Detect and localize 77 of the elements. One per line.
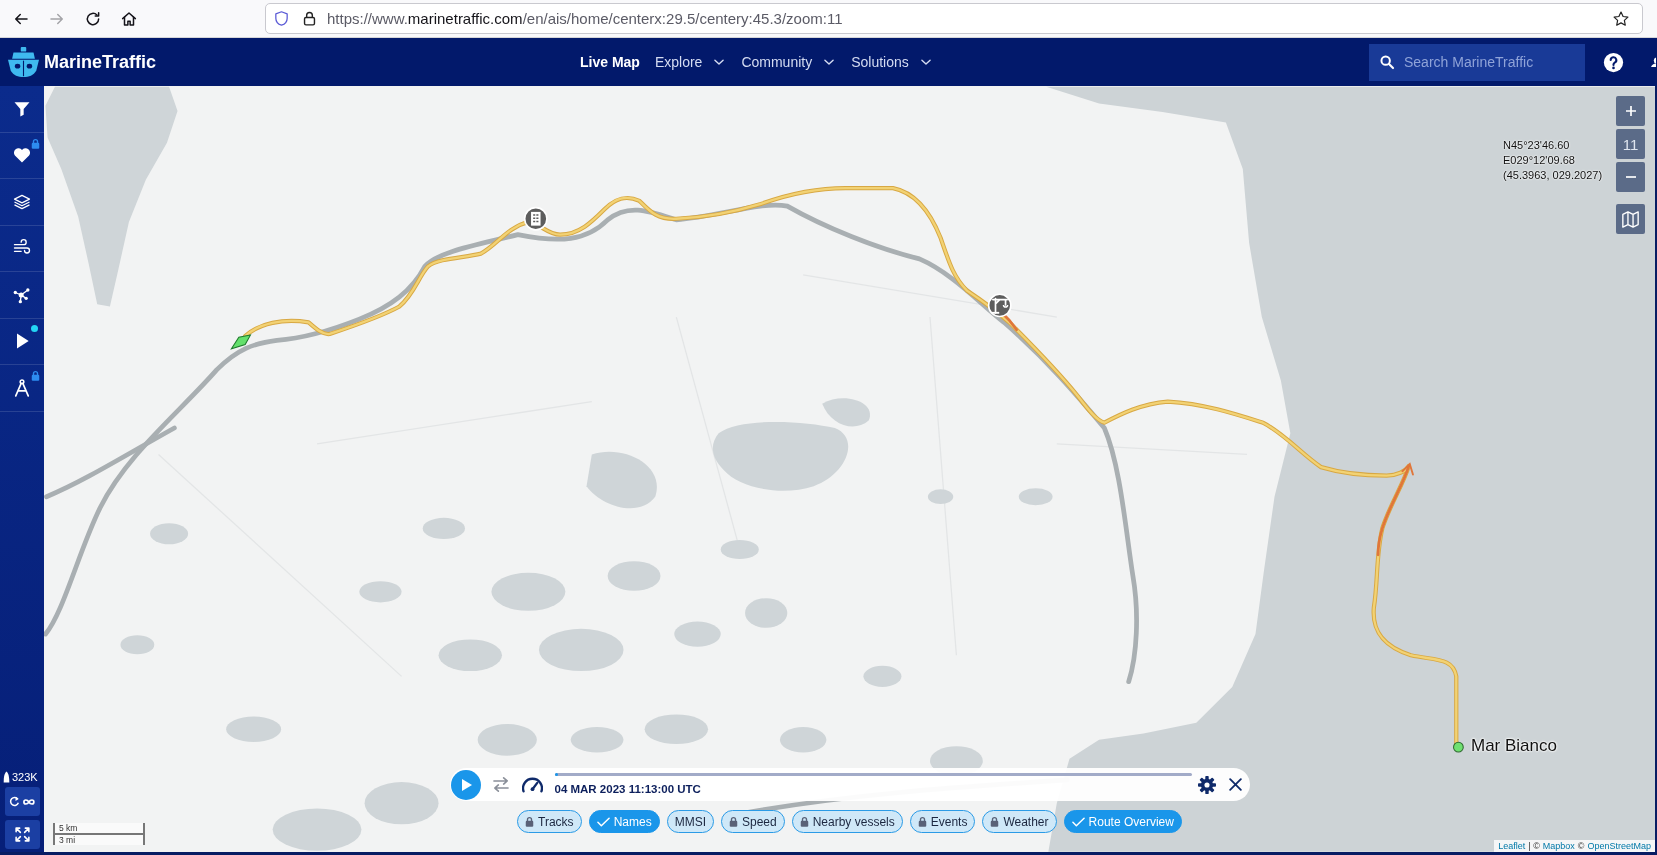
filter-chip[interactable]: Nearby vessels (791, 810, 903, 833)
zoom-out-button[interactable] (1616, 162, 1645, 192)
close-icon[interactable] (1228, 778, 1242, 791)
filter-chip[interactable]: Tracks (517, 810, 582, 833)
filter-chip[interactable]: Events (909, 810, 976, 833)
crane-marker-icon[interactable] (987, 293, 1012, 318)
shield-icon[interactable] (273, 10, 290, 27)
attribution-text: | © (1528, 840, 1540, 852)
url-text: https://www.marinetraffic.com/en/ais/home/centerx:29.5/centery:45.3/zoom:11 (327, 10, 843, 27)
lake (477, 723, 537, 756)
coordinate-text: N45°23'46.60 (1503, 138, 1571, 153)
help-button[interactable] (1603, 51, 1624, 73)
zoom-level: 11 (1616, 129, 1645, 159)
fullscreen-button[interactable] (4, 820, 40, 849)
help-icon (1603, 51, 1624, 73)
vessel-name-label[interactable]: Mar Bianco (1471, 736, 1557, 756)
settings-icon[interactable] (1197, 775, 1216, 794)
lake (644, 714, 709, 744)
logo-text[interactable]: MarineTraffic (44, 51, 157, 73)
search-icon (1379, 54, 1395, 70)
minus-icon (1625, 176, 1636, 178)
person-icon[interactable] (1651, 57, 1656, 67)
lake (863, 665, 902, 687)
lake (422, 517, 465, 539)
lake (745, 598, 788, 628)
attribution-link[interactable]: Mapbox (1542, 840, 1575, 852)
sync-button[interactable] (4, 787, 40, 816)
search-field[interactable]: Search MarineTraffic (1369, 43, 1585, 81)
attribution-link[interactable]: Leaflet (1498, 840, 1526, 852)
play-button[interactable] (450, 769, 481, 800)
swap-icon[interactable] (492, 777, 509, 792)
lake (359, 581, 402, 603)
nav-link[interactable]: Explore (654, 54, 727, 70)
vessel-count: 323K (12, 771, 38, 783)
vessel-icon (3, 771, 10, 783)
lake (1018, 488, 1053, 506)
play-icon (461, 778, 472, 791)
end-point-icon[interactable] (1453, 741, 1464, 753)
map-style-button[interactable] (1616, 204, 1645, 234)
filter-chip[interactable]: Speed (721, 810, 785, 833)
check-icon (1071, 816, 1085, 827)
refresh-infinity-icon (9, 794, 35, 809)
lake (570, 727, 624, 753)
lake (438, 639, 502, 672)
address-bar[interactable]: https://www.marinetraffic.com/en/ais/home/centerx:29.5/centery:45.3/zoom:11 (265, 3, 1643, 34)
coordinate-text: (45.3963, 029.2027) (1503, 168, 1603, 183)
reload-icon (84, 9, 102, 28)
folded-map-icon (1622, 210, 1639, 228)
zoom-in-button[interactable] (1616, 96, 1645, 126)
star-icon[interactable] (1612, 9, 1630, 28)
lake (226, 716, 282, 742)
filter-chip[interactable]: Weather (982, 810, 1057, 833)
vessel-marker-icon[interactable] (230, 334, 252, 350)
timeline-track[interactable] (554, 773, 1192, 776)
lake (779, 727, 827, 753)
attribution-link[interactable]: OpenStreetMap (1587, 840, 1651, 852)
plus-icon (1625, 106, 1636, 116)
padlock-icon[interactable] (301, 10, 318, 27)
speedometer-icon[interactable] (521, 776, 543, 793)
coordinate-text: E029°12'09.68 (1503, 153, 1576, 168)
lake (150, 523, 189, 545)
check-icon (596, 816, 610, 827)
expand-icon (13, 826, 31, 843)
lake (927, 489, 954, 505)
nav-link[interactable]: Solutions (851, 54, 933, 70)
home-icon (120, 9, 138, 28)
nav-link[interactable]: Community (741, 54, 837, 70)
nav-link[interactable]: Live Map (580, 54, 640, 70)
attribution-text: © (1577, 840, 1585, 852)
ship-logo-icon[interactable] (7, 46, 40, 78)
compass-icon (12, 377, 32, 398)
lake (607, 561, 661, 591)
lake (674, 621, 721, 647)
lake (720, 540, 759, 560)
lake (120, 635, 155, 655)
timestamp-text: 04 MAR 2023 11:13:00 UTC (554, 782, 702, 796)
lake (586, 451, 657, 509)
